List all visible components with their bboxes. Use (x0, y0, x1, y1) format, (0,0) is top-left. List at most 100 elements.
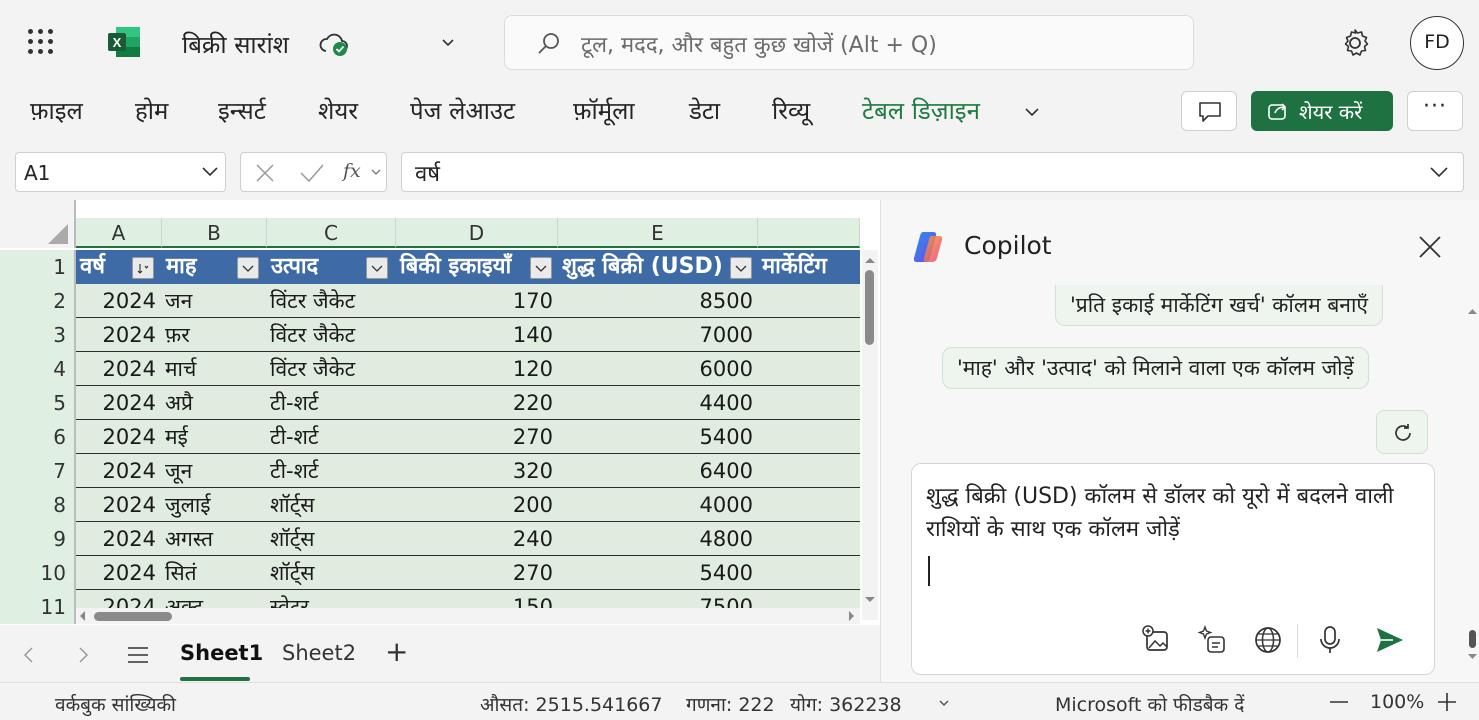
row-header[interactable]: 5 (0, 386, 76, 420)
app-launcher-icon[interactable] (28, 29, 54, 55)
scroll-left-icon[interactable] (76, 608, 88, 624)
cell-units[interactable]: 140 (396, 318, 553, 352)
cell-net-sales[interactable]: 8500 (558, 284, 753, 318)
column-header[interactable]: D (396, 218, 558, 248)
cell-year[interactable]: 2024 (76, 522, 156, 556)
web-search-icon[interactable] (1252, 624, 1284, 656)
cell-year[interactable]: 2024 (76, 284, 156, 318)
worksheet-grid[interactable]: A B C D E 1 2 3 4 5 6 7 8 9 10 11 वर्ष म… (0, 200, 880, 625)
column-header[interactable]: C (267, 218, 396, 248)
cell-year[interactable]: 2024 (76, 488, 156, 522)
name-box[interactable]: A1 (15, 152, 226, 192)
tab-insert[interactable]: इन्सर्ट (218, 94, 266, 127)
microphone-icon[interactable] (1314, 624, 1346, 656)
chevron-down-icon[interactable] (371, 169, 381, 177)
user-avatar[interactable]: FD (1410, 16, 1464, 70)
scrollbar-thumb[interactable] (865, 270, 874, 345)
cell-year[interactable]: 2024 (76, 352, 156, 386)
chevron-down-icon[interactable] (438, 32, 458, 52)
cell-units[interactable]: 170 (396, 284, 553, 318)
cell-year[interactable]: 2024 (76, 556, 156, 590)
cell-month[interactable]: जुलाई (165, 488, 265, 522)
tab-formulas[interactable]: फ़ॉर्मूला (573, 94, 635, 127)
chevron-down-icon[interactable] (937, 699, 951, 709)
column-header[interactable]: A (76, 218, 162, 248)
copilot-prompt-input[interactable]: शुद्ध बिक्री (USD) कॉलम से डॉलर को यूरो … (911, 463, 1435, 675)
add-image-icon[interactable] (1142, 624, 1174, 656)
row-header[interactable]: 2 (0, 284, 76, 318)
scrollbar-thumb[interactable] (1469, 630, 1476, 648)
chevron-right-icon[interactable] (76, 645, 90, 665)
scroll-up-icon[interactable] (1465, 306, 1479, 316)
header-cell-marketing[interactable]: मार्केटिंग (758, 250, 860, 284)
cell-units[interactable]: 220 (396, 386, 553, 420)
send-icon[interactable] (1374, 624, 1406, 656)
tab-share[interactable]: शेयर (318, 94, 358, 127)
tab-review[interactable]: रिव्यू (772, 94, 810, 127)
copilot-scrollbar[interactable] (1465, 296, 1479, 666)
document-title[interactable]: बिक्री सारांश (182, 28, 289, 61)
cell-net-sales[interactable]: 6400 (558, 454, 753, 488)
cell-net-sales[interactable]: 6000 (558, 352, 753, 386)
tab-file[interactable]: फ़ाइल (30, 94, 83, 127)
column-header[interactable]: E (558, 218, 758, 248)
filter-button[interactable] (530, 257, 552, 279)
select-all-corner[interactable] (0, 200, 76, 248)
sheet-tab-sheet2[interactable]: Sheet2 (282, 641, 356, 665)
horizontal-scrollbar[interactable] (76, 608, 860, 624)
tab-home[interactable]: होम (135, 94, 168, 127)
filter-button[interactable] (730, 257, 752, 279)
feedback-link[interactable]: Microsoft को फीडबैक दें (1055, 691, 1244, 717)
cell-net-sales[interactable]: 5400 (558, 556, 753, 590)
regenerate-button[interactable] (1376, 410, 1428, 454)
cell-month[interactable]: मार्च (165, 352, 265, 386)
cell-month[interactable]: मई (165, 420, 265, 454)
header-cell-net-sales[interactable]: शुद्ध बिक्री (USD) (558, 250, 728, 284)
column-header[interactable] (758, 218, 860, 248)
cell-year[interactable]: 2024 (76, 386, 156, 420)
cell-product[interactable]: विंटर जैकेट (270, 284, 395, 318)
workbook-statistics-button[interactable]: वर्कबुक सांख्यिकी (55, 691, 176, 717)
scrollbar-thumb[interactable] (94, 612, 172, 621)
cell-net-sales[interactable]: 7000 (558, 318, 753, 352)
comments-button[interactable] (1181, 91, 1237, 131)
cell-product[interactable]: टी-शर्ट (270, 420, 395, 454)
tab-table-design[interactable]: टेबल डिज़ाइन (862, 94, 980, 127)
cell-year[interactable]: 2024 (76, 318, 156, 352)
cell-net-sales[interactable]: 4400 (558, 386, 753, 420)
scroll-down-icon[interactable] (862, 594, 878, 606)
filter-button[interactable] (366, 257, 388, 279)
cell-units[interactable]: 120 (396, 352, 553, 386)
cell-product[interactable]: शॉर्ट्स (270, 522, 395, 556)
chevron-left-icon[interactable] (22, 645, 36, 665)
filter-sort-button[interactable] (132, 257, 154, 279)
cell-product[interactable]: विंटर जैकेट (270, 318, 395, 352)
close-icon[interactable] (1417, 234, 1443, 260)
cell-units[interactable]: 240 (396, 522, 553, 556)
sheet-tab-sheet1[interactable]: Sheet1 (180, 641, 263, 665)
zoom-level[interactable]: 100% (1370, 691, 1424, 713)
cell-product[interactable]: टी-शर्ट (270, 454, 395, 488)
column-header[interactable]: B (162, 218, 267, 248)
tab-data[interactable]: डेटा (689, 94, 720, 127)
cell-net-sales[interactable]: 5400 (558, 420, 753, 454)
row-header[interactable]: 6 (0, 420, 76, 454)
cell-product[interactable]: टी-शर्ट (270, 386, 395, 420)
cell-month[interactable]: सितं (165, 556, 265, 590)
vertical-scrollbar[interactable] (862, 250, 878, 620)
cell-net-sales[interactable]: 4800 (558, 522, 753, 556)
chevron-down-icon[interactable] (1020, 100, 1044, 124)
cell-year[interactable]: 2024 (76, 420, 156, 454)
cloud-saved-icon[interactable] (318, 30, 350, 58)
search-box[interactable]: टूल, मदद, और बहुत कुछ खोजें (Alt + Q) (504, 15, 1194, 70)
row-header[interactable]: 4 (0, 352, 76, 386)
cell-units[interactable]: 270 (396, 420, 553, 454)
cell-units[interactable]: 270 (396, 556, 553, 590)
zoom-out-icon[interactable] (1328, 691, 1350, 713)
cell-year[interactable]: 2024 (76, 454, 156, 488)
cell-product[interactable]: शॉर्ट्स (270, 488, 395, 522)
all-sheets-menu-icon[interactable] (126, 645, 150, 665)
cell-product[interactable]: विंटर जैकेट (270, 352, 395, 386)
formula-input[interactable]: वर्ष (401, 152, 1464, 192)
row-header[interactable]: 7 (0, 454, 76, 488)
